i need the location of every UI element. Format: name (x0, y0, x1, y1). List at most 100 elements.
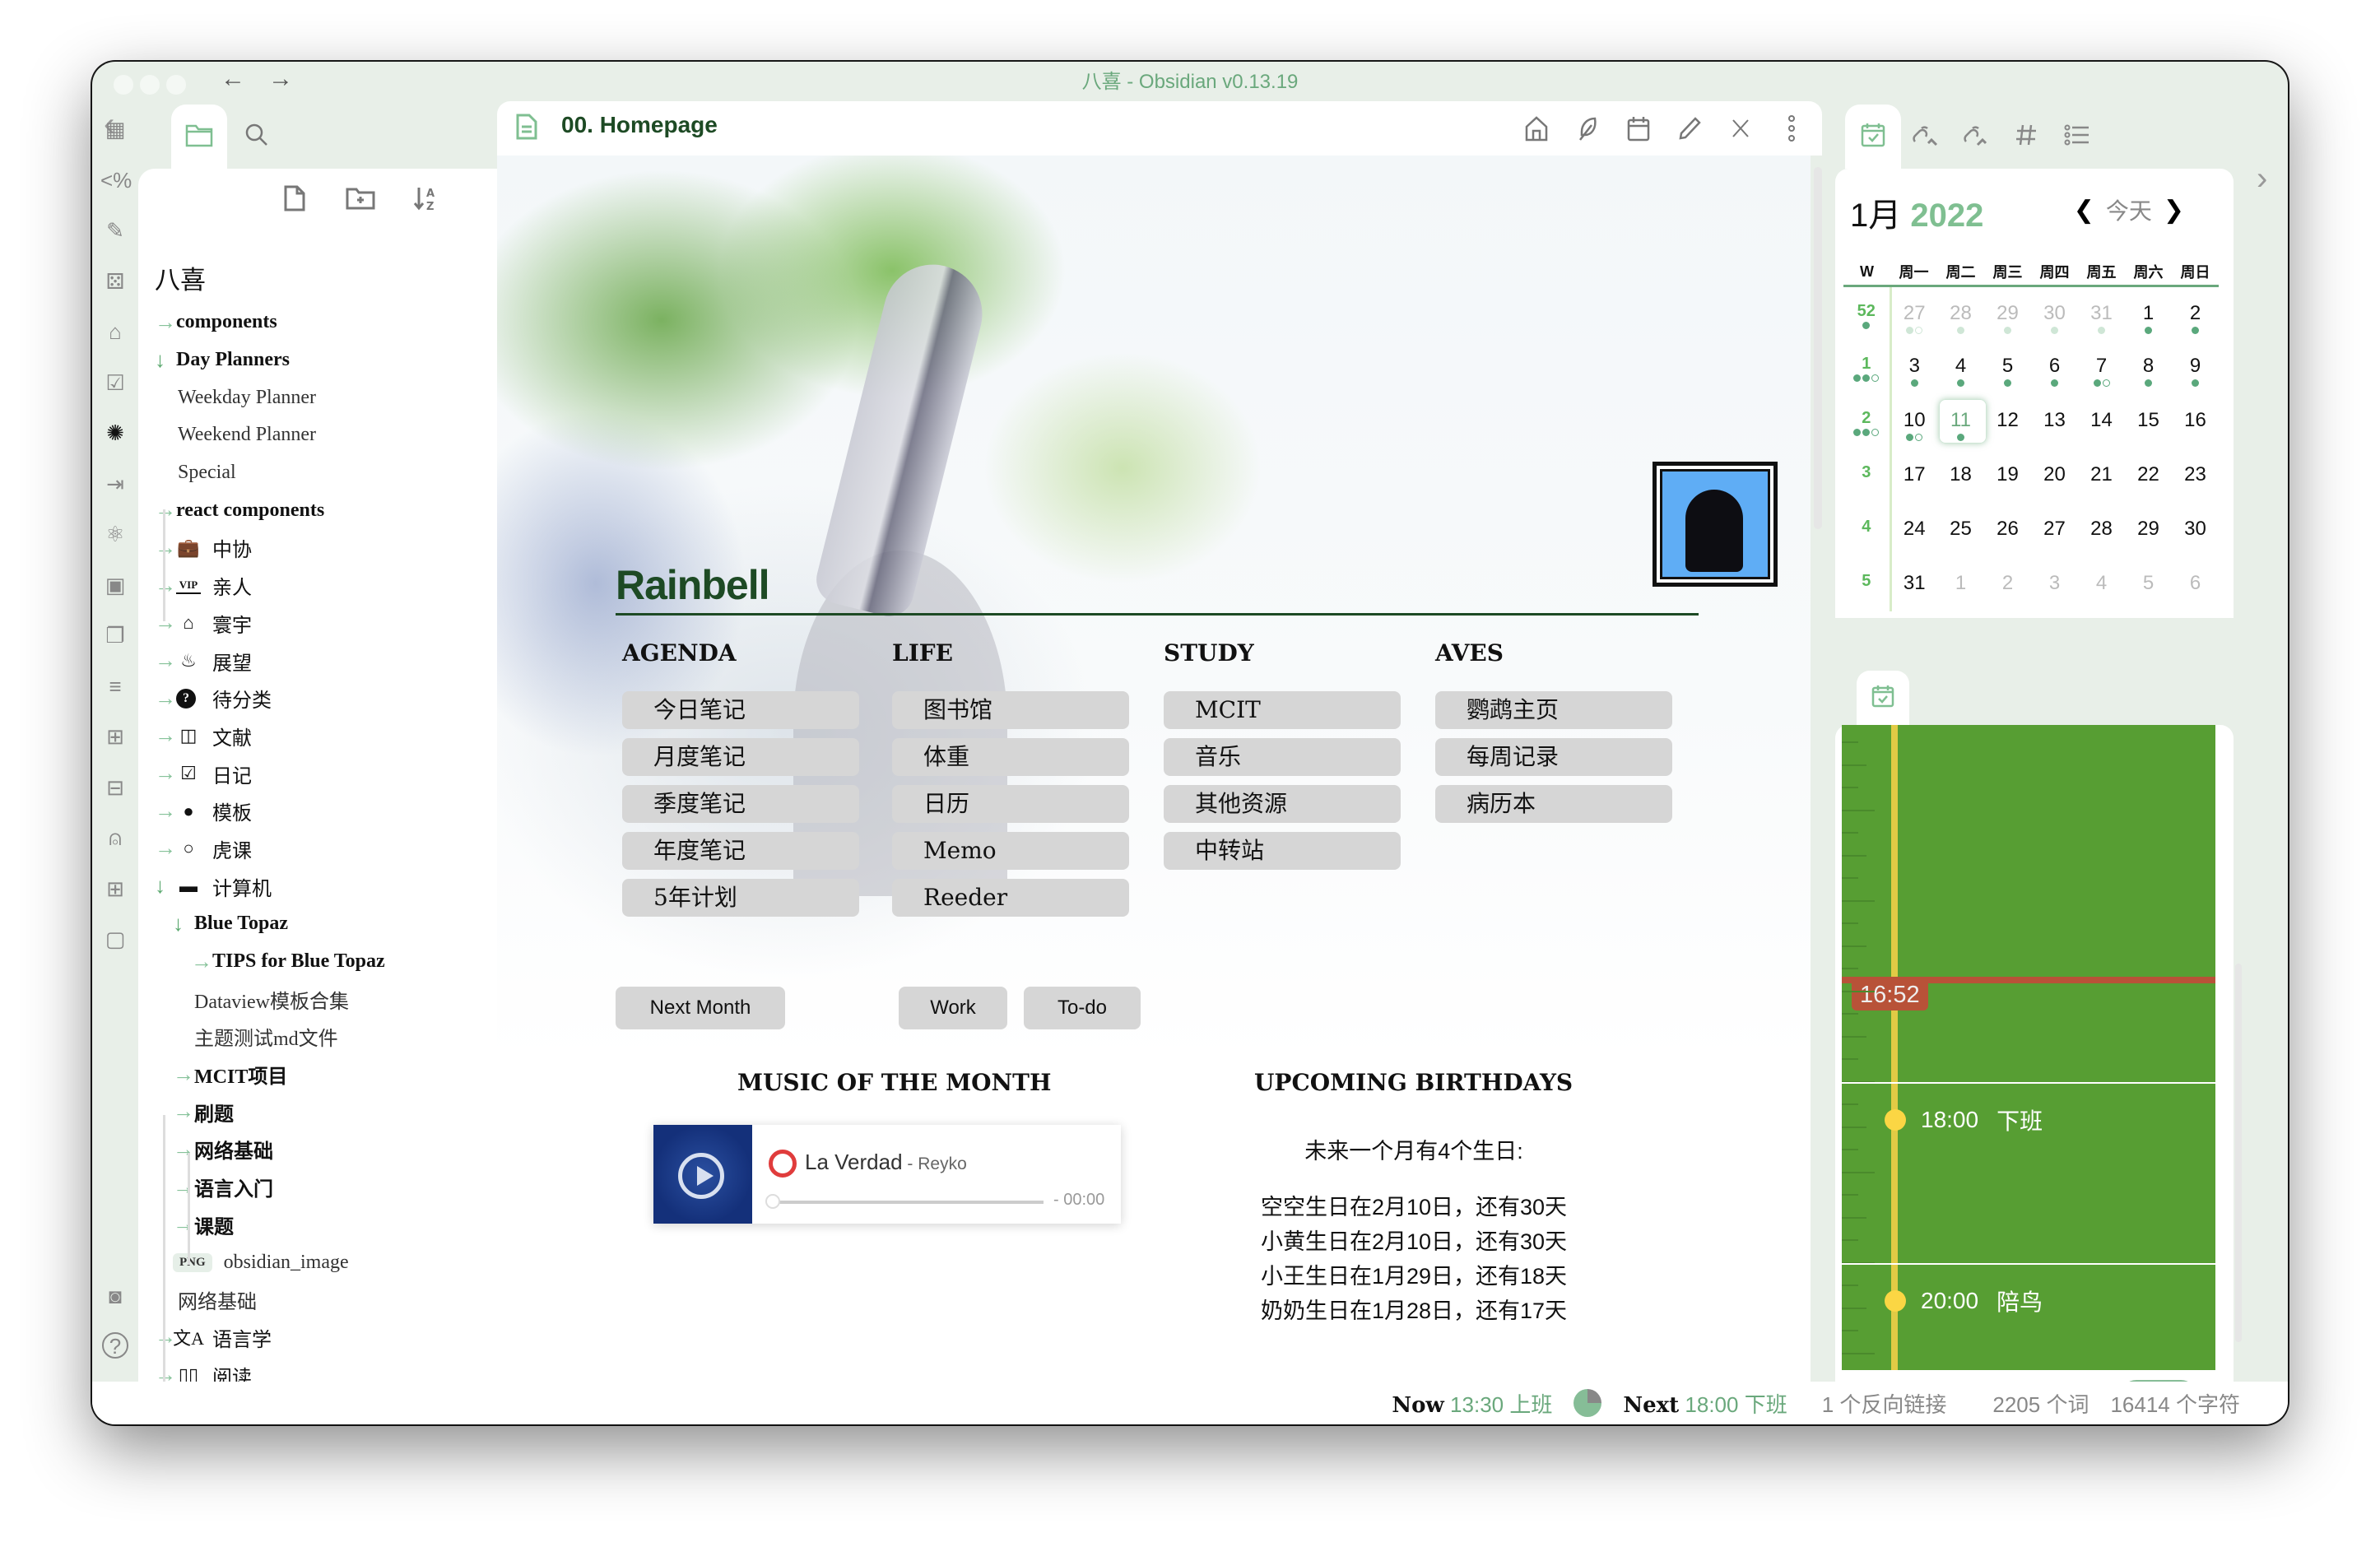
calendar-day[interactable]: 10 (1890, 394, 1937, 448)
calendar-day[interactable]: 2 (1984, 557, 2031, 611)
import-icon[interactable]: ⇥ (100, 469, 130, 499)
calendar-day[interactable]: 1 (1937, 557, 1984, 611)
nav-button[interactable]: 今日笔记 (622, 691, 859, 729)
calendar-day[interactable]: 25 (1937, 503, 1984, 557)
nav-button[interactable]: Memo (892, 832, 1129, 870)
table-icon[interactable]: ▦ (100, 114, 130, 144)
backlink-count[interactable]: 1 个反向链接 (1822, 1388, 1947, 1419)
slides-icon[interactable]: ≡ (100, 671, 130, 701)
nav-button[interactable]: 中转站 (1164, 832, 1401, 870)
calendar-day[interactable]: 15 (2125, 394, 2172, 448)
note-title[interactable]: 00. Homepage (561, 112, 718, 138)
calendar-day[interactable]: 6 (2172, 557, 2219, 611)
nav-button[interactable]: 日历 (892, 785, 1129, 823)
calendar-day[interactable]: 3 (2031, 557, 2078, 611)
tab-backlinks[interactable] (1896, 105, 1952, 169)
nav-button[interactable]: 年度笔记 (622, 832, 859, 870)
chevron-right-icon[interactable]: → (155, 648, 176, 673)
calendar-day[interactable]: 28 (1937, 286, 1984, 340)
home-button[interactable] (1522, 114, 1550, 142)
chevron-right-icon[interactable]: → (155, 574, 176, 598)
chevron-right-icon[interactable]: → (155, 536, 176, 560)
chevron-down-icon[interactable]: ↓ (155, 874, 176, 899)
week-number[interactable]: 1 (1843, 340, 1892, 394)
calendar-day[interactable]: 18 (1937, 448, 1984, 503)
chevron-right-icon[interactable]: → (155, 761, 176, 786)
chevron-right-icon[interactable]: → (173, 1175, 194, 1200)
calendar-day[interactable]: 29 (1984, 286, 2031, 340)
calendar-day[interactable]: 17 (1890, 448, 1937, 503)
new-folder-button[interactable] (344, 182, 377, 215)
calendar-day[interactable]: 29 (2125, 503, 2172, 557)
graph-icon[interactable]: ⚛ (100, 519, 130, 549)
lightbulb-icon[interactable]: ✺ (100, 418, 130, 448)
nav-button[interactable]: 图书馆 (892, 691, 1129, 729)
chevron-right-icon[interactable]: → (155, 799, 176, 824)
feather-button[interactable] (1573, 114, 1601, 142)
tab-calendar[interactable] (1845, 105, 1901, 169)
chevron-down-icon[interactable]: ↓ (155, 348, 176, 373)
calendar-day[interactable]: 28 (2078, 503, 2125, 557)
calendar-day[interactable]: 13 (2031, 394, 2078, 448)
tab-day-planner[interactable] (1857, 671, 1909, 725)
nav-button[interactable]: 季度笔记 (622, 785, 859, 823)
calendar-one-icon[interactable]: ▢ (100, 924, 130, 954)
calendar-day[interactable]: 8 (2125, 340, 2172, 394)
inbox-icon[interactable]: ⊟ (100, 773, 130, 802)
tab-search[interactable] (229, 105, 285, 169)
tab-outline[interactable] (2049, 105, 2105, 169)
chevron-right-icon[interactable]: → (155, 310, 176, 335)
microphone-icon[interactable]: ⍝ (100, 823, 130, 852)
nav-button[interactable]: 体重 (892, 738, 1129, 776)
calendar-day[interactable]: 24 (1890, 503, 1937, 557)
nav-button[interactable]: 5年计划 (622, 879, 859, 917)
play-button[interactable] (678, 1153, 724, 1199)
calendar-day[interactable]: 7 (2078, 340, 2125, 394)
edit-button[interactable] (1676, 114, 1704, 142)
new-note-button[interactable] (278, 182, 311, 215)
nav-button[interactable]: 音乐 (1164, 738, 1401, 776)
chevron-right-icon[interactable]: → (173, 1062, 194, 1087)
prev-month-button[interactable]: ❮ (2074, 196, 2094, 225)
nav-button[interactable]: 鹦鹉主页 (1435, 691, 1672, 729)
nav-button[interactable]: 每周记录 (1435, 738, 1672, 776)
week-number[interactable]: 4 (1843, 503, 1892, 557)
chevron-right-icon[interactable]: → (173, 1099, 194, 1124)
week-number[interactable]: 3 (1843, 448, 1892, 503)
calendar-day[interactable]: 5 (1984, 340, 2031, 394)
chevron-right-icon[interactable]: → (155, 723, 176, 748)
nav-button[interactable]: 月度笔记 (622, 738, 859, 776)
calendar-button[interactable] (1625, 114, 1653, 142)
calendar-day[interactable]: 16 (2172, 394, 2219, 448)
playback-progress[interactable] (770, 1201, 1044, 1204)
calendar-day[interactable]: 27 (2031, 503, 2078, 557)
tag-pin-icon[interactable]: ✎ (100, 216, 130, 245)
calendar-day[interactable]: 26 (1984, 503, 2031, 557)
quick-button[interactable]: To-do (1024, 987, 1141, 1029)
calendar-day[interactable]: 2 (2172, 286, 2219, 340)
collapse-right-sidebar-icon[interactable]: › (2257, 160, 2267, 197)
tab-tags[interactable] (1998, 105, 2054, 169)
calendar-day[interactable]: 23 (2172, 448, 2219, 503)
sort-button[interactable]: AZ (410, 182, 443, 215)
calendar-day[interactable]: 12 (1984, 394, 2031, 448)
calendar-day[interactable]: 22 (2125, 448, 2172, 503)
help-icon[interactable]: ? (102, 1331, 128, 1359)
week-number[interactable]: 5 (1843, 557, 1892, 611)
calendar-day[interactable]: 5 (2125, 557, 2172, 611)
quick-button[interactable]: Next Month (616, 987, 785, 1029)
clipboard-check-icon[interactable]: ☑ (100, 368, 130, 397)
dice-icon[interactable]: ⚄ (100, 267, 130, 296)
documents-icon[interactable]: ❐ (100, 620, 130, 650)
calendar-day[interactable]: 4 (2078, 557, 2125, 611)
chevron-right-icon[interactable]: → (155, 686, 176, 711)
calendar-day[interactable]: 19 (1984, 448, 2031, 503)
chevron-right-icon[interactable]: → (191, 950, 212, 974)
next-month-button[interactable]: ❯ (2164, 196, 2184, 225)
table-settings-icon[interactable]: ⊞ (100, 874, 130, 904)
chevron-down-icon[interactable]: ↓ (173, 912, 194, 936)
planner-event[interactable]: 18:00 下班 (1885, 1103, 2043, 1136)
calendar-day[interactable]: 1 (2125, 286, 2172, 340)
vault-icon[interactable]: ◙ (100, 1281, 130, 1311)
chevron-right-icon[interactable]: → (173, 1212, 194, 1237)
